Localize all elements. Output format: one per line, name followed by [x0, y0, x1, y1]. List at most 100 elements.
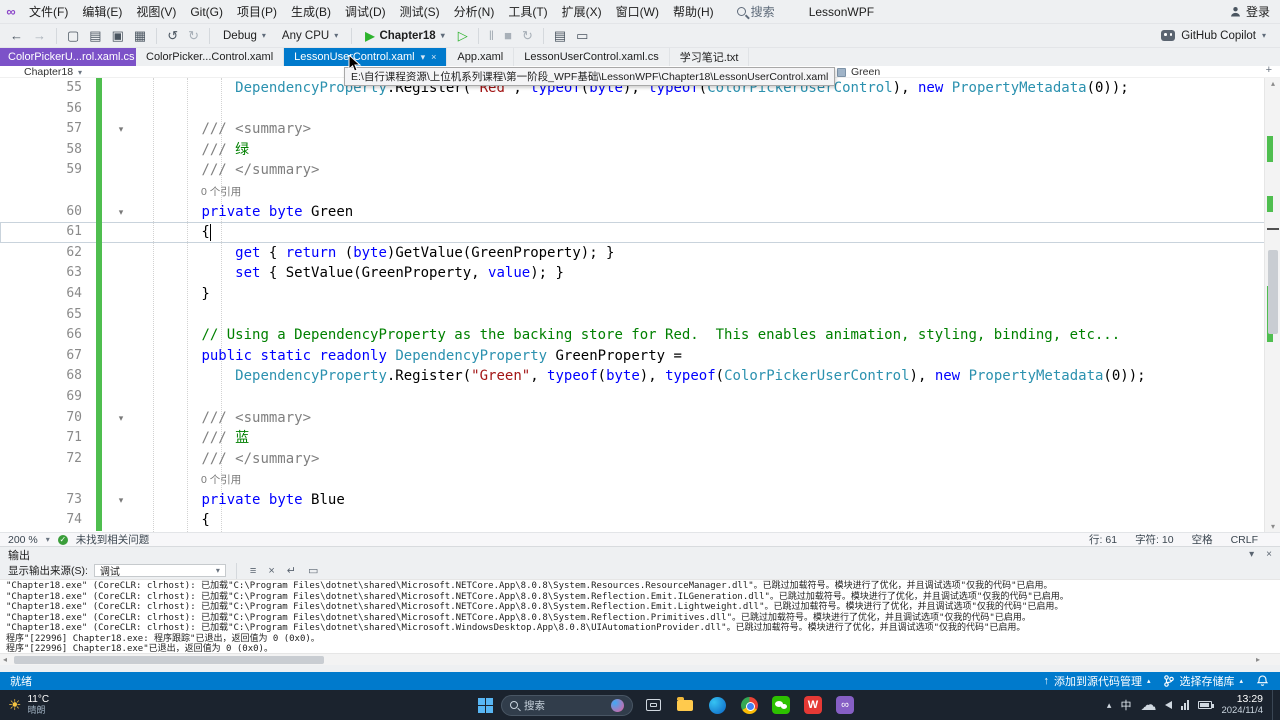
fold-marker-icon[interactable]: ▾ — [108, 119, 134, 140]
code-line[interactable]: 61 { — [0, 222, 1280, 243]
scrollbar-thumb[interactable] — [14, 656, 324, 664]
solution-configuration-dropdown[interactable]: Debug ▾ — [216, 28, 273, 44]
menu-item[interactable]: 文件(F) — [22, 0, 75, 23]
code-line[interactable]: 67 public static readonly DependencyProp… — [0, 345, 1280, 367]
code-line[interactable]: 68 DependencyProperty.Register("Green", … — [0, 366, 1280, 387]
network-icon[interactable] — [1181, 700, 1190, 710]
toggle-panel-icon[interactable]: ▭ — [305, 564, 321, 577]
quick-search[interactable]: 搜索 — [736, 3, 775, 20]
project-dropdown[interactable]: Chapter18 ▾ — [24, 66, 82, 78]
document-tab[interactable]: App.xaml — [447, 48, 515, 66]
code-line[interactable]: 70 ▾ /// <summary> — [0, 407, 1280, 429]
keep-open-icon[interactable]: ▾ — [421, 52, 426, 63]
scrollbar-thumb[interactable] — [1268, 250, 1278, 334]
clear-all-icon[interactable]: × — [265, 565, 277, 577]
new-file-icon[interactable]: ▢ — [63, 28, 83, 44]
document-tab[interactable]: ColorPicker...Control.xaml — [136, 48, 285, 66]
task-view-button[interactable] — [641, 693, 665, 717]
codelens-row[interactable]: 0 个引用 — [0, 180, 1280, 202]
tab-colorpickerusercontrol-xaml-cs[interactable]: ColorPickerU...rol.xaml.cs — [0, 48, 136, 66]
column-indicator[interactable]: 字符: 10 — [1135, 532, 1174, 547]
code-line[interactable]: 71 /// 蓝 — [0, 428, 1280, 449]
restart-icon[interactable]: ↻ — [518, 28, 537, 44]
github-copilot-button[interactable]: GitHub Copilot ▾ — [1161, 30, 1266, 42]
notifications-bell-icon[interactable] — [1257, 675, 1268, 687]
output-horizontal-scrollbar[interactable]: ◂ ▸ — [0, 653, 1280, 665]
member-dropdown[interactable]: ▾ Green — [828, 66, 880, 78]
code-line[interactable]: 59 /// </summary> — [0, 160, 1280, 181]
zoom-control[interactable]: 200 % — [8, 534, 38, 546]
scroll-right-icon[interactable]: ▸ — [1256, 655, 1260, 664]
edge-browser-icon[interactable] — [705, 693, 729, 717]
menu-item[interactable]: 调试(D) — [338, 0, 393, 23]
code-line[interactable]: 64 } — [0, 283, 1280, 305]
menu-item[interactable]: 扩展(X) — [555, 0, 609, 23]
navigate-back-icon[interactable]: ← — [6, 28, 27, 43]
start-without-debugging-icon[interactable]: ▷ — [454, 28, 472, 44]
code-line[interactable]: 65 — [0, 304, 1280, 326]
solution-explorer-icon[interactable]: ▭ — [572, 28, 592, 44]
health-status[interactable]: 未找到相关问题 — [76, 532, 150, 547]
code-editor[interactable]: 55 DependencyProperty.Register("Red", ty… — [0, 78, 1280, 532]
save-all-icon[interactable]: ▦ — [130, 28, 150, 44]
code-line[interactable]: 60 ▾ private byte Green — [0, 201, 1280, 223]
onedrive-cloud-icon[interactable]: ☁ — [1140, 695, 1156, 715]
visual-studio-taskbar-icon[interactable]: ∞ — [833, 693, 857, 717]
save-icon[interactable]: ▣ — [108, 28, 128, 44]
menu-item[interactable]: 帮助(H) — [666, 0, 721, 23]
output-content[interactable]: "Chapter18.exe" (CoreCLR: clrhost): 已加载"… — [0, 579, 1280, 653]
volume-icon[interactable] — [1165, 701, 1173, 709]
menu-item[interactable]: 窗口(W) — [609, 0, 666, 23]
start-button[interactable] — [478, 697, 493, 713]
code-line[interactable]: 58 /// 绿 — [0, 139, 1280, 161]
close-panel-icon[interactable]: × — [1266, 549, 1272, 560]
open-file-icon[interactable]: ▤ — [85, 28, 105, 44]
scroll-down-icon[interactable]: ▾ — [1265, 522, 1280, 531]
weather-widget[interactable]: ☀ 11°C 晴朗 — [0, 695, 49, 716]
code-line[interactable]: 57 ▾ /// <summary> — [0, 119, 1280, 140]
split-window-button[interactable]: + — [1266, 64, 1272, 76]
solution-platform-dropdown[interactable]: Any CPU ▾ — [275, 28, 345, 44]
line-ending-indicator[interactable]: CRLF — [1231, 534, 1258, 546]
select-repository-button[interactable]: 选择存储库 ▴ — [1164, 673, 1243, 689]
menu-item[interactable]: 工具(T) — [501, 0, 554, 23]
menu-item[interactable]: 分析(N) — [447, 0, 502, 23]
code-line[interactable]: 69 — [0, 386, 1280, 408]
taskbar-search-box[interactable]: 搜索 — [501, 694, 633, 716]
code-line[interactable]: 63 set { SetValue(GreenProperty, value);… — [0, 263, 1280, 284]
code-line[interactable]: 74 { — [0, 510, 1280, 532]
code-line[interactable]: 56 — [0, 98, 1280, 120]
hidden-icons-chevron[interactable]: ▴ — [1107, 700, 1112, 711]
pause-icon[interactable]: ‖ — [485, 28, 498, 43]
add-to-source-control-button[interactable]: ↑ 添加到源代码管理 ▴ — [1043, 673, 1150, 689]
fold-marker-icon[interactable]: ▾ — [108, 408, 134, 429]
menu-item[interactable]: 生成(B) — [284, 0, 338, 23]
output-source-dropdown[interactable]: 调试 ▾ — [93, 564, 226, 578]
menu-item[interactable]: 项目(P) — [230, 0, 284, 23]
menu-item[interactable]: 视图(V) — [129, 0, 183, 23]
start-debugging-button[interactable]: ▶ Chapter18 ▾ — [358, 27, 452, 45]
wechat-icon[interactable] — [769, 693, 793, 717]
menu-item[interactable]: 测试(S) — [393, 0, 447, 23]
close-tab-icon[interactable]: × — [431, 52, 436, 62]
battery-icon[interactable] — [1198, 701, 1215, 709]
document-tab[interactable]: 学习笔记.txt — [670, 48, 750, 66]
find-in-files-icon[interactable]: ▤ — [550, 28, 570, 44]
chrome-browser-icon[interactable] — [737, 693, 761, 717]
undo-icon[interactable]: ↺ — [163, 28, 182, 44]
wps-office-icon[interactable]: W — [801, 693, 825, 717]
redo-icon[interactable]: ↻ — [184, 28, 203, 44]
clock[interactable]: 13:29 2024/11/4 — [1221, 694, 1263, 717]
codelens-row[interactable]: 0 个引用 — [0, 469, 1280, 490]
code-line[interactable]: 72 /// </summary> — [0, 448, 1280, 470]
code-line[interactable]: 62 get { return (byte)GetValue(GreenProp… — [0, 242, 1280, 264]
codelens-references[interactable]: 0 个引用 — [134, 186, 241, 198]
stop-icon[interactable]: ■ — [500, 28, 516, 43]
sign-in-button[interactable]: 登录 — [1230, 3, 1270, 20]
ime-indicator[interactable]: 中 — [1120, 697, 1131, 713]
navigate-forward-icon[interactable]: → — [29, 28, 50, 43]
scroll-left-icon[interactable]: ◂ — [3, 655, 7, 664]
word-wrap-icon[interactable]: ↵ — [284, 564, 299, 577]
menu-item[interactable]: Git(G) — [183, 0, 230, 23]
fold-marker-icon[interactable]: ▾ — [108, 202, 134, 223]
